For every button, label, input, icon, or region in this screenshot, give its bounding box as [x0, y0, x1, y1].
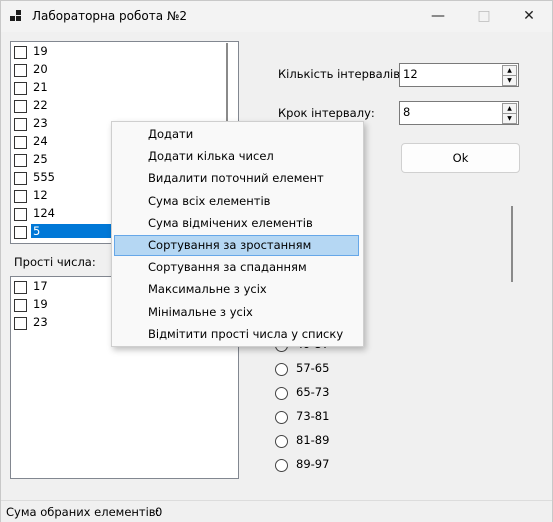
context-menu-item-label: Додати кілька чисел [148, 149, 274, 164]
app-window: Лабораторна робота №2 — □ ✕ 19 20 21 22 23 24… [0, 0, 553, 522]
checkbox-icon[interactable] [14, 208, 27, 221]
context-menu-item-label: Сума відмічених елементів [148, 215, 313, 230]
context-menu-item[interactable]: Додати [114, 124, 359, 145]
context-menu-item[interactable]: Видалити поточний елемент [114, 168, 359, 189]
minimize-icon[interactable]: — [415, 1, 461, 32]
step-stepper[interactable]: 8 ▲ ▼ [399, 101, 519, 125]
number-item-label: 23 [33, 116, 48, 130]
prime-item-label: 19 [33, 297, 48, 311]
context-menu-item[interactable]: Сума всіх елементів [114, 191, 359, 212]
checkbox-icon[interactable] [14, 172, 27, 185]
status-value: 0 [155, 505, 163, 519]
intervals-label: Кількість інтервалів: [278, 67, 404, 81]
context-menu-item-label: Максимальне з усіх [148, 282, 267, 297]
context-menu-item[interactable]: Відмітити прості числа у списку [114, 324, 359, 345]
checkbox-icon[interactable] [14, 118, 27, 131]
checkbox-icon[interactable] [14, 154, 27, 167]
range-label: 89-97 [296, 457, 330, 471]
number-item-label: 21 [33, 80, 48, 94]
intervals-value: 12 [403, 67, 418, 81]
number-list-item[interactable]: 19 [13, 43, 227, 61]
ok-button[interactable]: Ok [401, 143, 520, 173]
checkbox-icon[interactable] [14, 281, 27, 294]
ranges-scrollbar[interactable] [511, 206, 513, 282]
context-menu-item-label: Відмітити прості числа у списку [148, 326, 344, 341]
context-menu-item-label: Сортування за зростанням [148, 238, 312, 252]
number-item-label: 12 [33, 188, 48, 202]
close-icon[interactable]: ✕ [506, 1, 552, 32]
context-menu-item[interactable]: Додати кілька чисел [114, 146, 359, 167]
number-item-label: 19 [33, 44, 48, 58]
context-menu-item[interactable]: Мінімальне з усіх [114, 302, 359, 323]
number-list-item[interactable]: 22 [13, 97, 227, 115]
numbers-list-scrollbar[interactable] [226, 43, 228, 123]
checkbox-icon[interactable] [14, 82, 27, 95]
number-list-item[interactable]: 20 [13, 61, 227, 79]
number-list-item[interactable]: 21 [13, 79, 227, 97]
number-item-label: 20 [33, 62, 48, 76]
title-bar: Лабораторна робота №2 — □ ✕ [1, 1, 552, 32]
checkbox-icon[interactable] [14, 100, 27, 113]
checkbox-icon[interactable] [14, 46, 27, 59]
range-label: 73-81 [296, 409, 330, 423]
primes-label: Прості числа: [14, 255, 96, 269]
context-menu-item[interactable]: Максимальне з усіх [114, 279, 359, 300]
number-item-label: 25 [33, 152, 48, 166]
maximize-icon[interactable]: □ [461, 1, 507, 32]
status-label: Сума обраних елементів: [6, 505, 160, 519]
context-menu-item[interactable]: Сума відмічених елементів [114, 213, 359, 234]
step-value: 8 [403, 105, 411, 119]
radio-icon[interactable] [275, 363, 288, 376]
number-item-label: 22 [33, 98, 48, 112]
range-label: 65-73 [296, 385, 330, 399]
checkbox-icon[interactable] [14, 64, 27, 77]
checkbox-icon[interactable] [14, 317, 27, 330]
context-menu-item-label: Сортування за спаданням [148, 260, 307, 275]
intervals-stepper[interactable]: 12 ▲ ▼ [399, 63, 519, 87]
context-menu-item-label: Сума всіх елементів [148, 193, 271, 208]
context-menu-item-label: Додати [148, 127, 194, 141]
checkbox-icon[interactable] [14, 136, 27, 149]
checkbox-icon[interactable] [14, 299, 27, 312]
checkbox-icon[interactable] [14, 226, 27, 239]
context-menu-item-label: Мінімальне з усіх [148, 304, 253, 319]
range-label: 57-65 [296, 361, 330, 375]
step-down-icon[interactable]: ▼ [502, 113, 517, 124]
prime-item-label: 23 [33, 315, 48, 329]
window-title: Лабораторна робота №2 [32, 9, 188, 23]
number-item-label: 555 [33, 170, 55, 184]
checkbox-icon[interactable] [14, 190, 27, 203]
context-menu-item-label: Видалити поточний елемент [148, 171, 324, 186]
radio-icon[interactable] [275, 387, 288, 400]
prime-item-label: 17 [33, 279, 48, 293]
context-menu-item[interactable]: Сортування за зростанням [114, 235, 359, 256]
step-label: Крок інтервалу: [278, 106, 375, 120]
status-bar: Сума обраних елементів: 0 [1, 500, 552, 522]
context-menu-item[interactable]: Сортування за спаданням [114, 257, 359, 278]
context-menu: Додати Додати кілька чисел Видалити поточн… [111, 121, 364, 347]
number-item-label: 24 [33, 134, 48, 148]
intervals-down-icon[interactable]: ▼ [502, 75, 517, 86]
radio-icon[interactable] [275, 459, 288, 472]
range-label: 81-89 [296, 433, 330, 447]
radio-icon[interactable] [275, 435, 288, 448]
number-item-label: 124 [33, 206, 55, 220]
radio-icon[interactable] [275, 411, 288, 424]
app-icon [10, 10, 23, 23]
